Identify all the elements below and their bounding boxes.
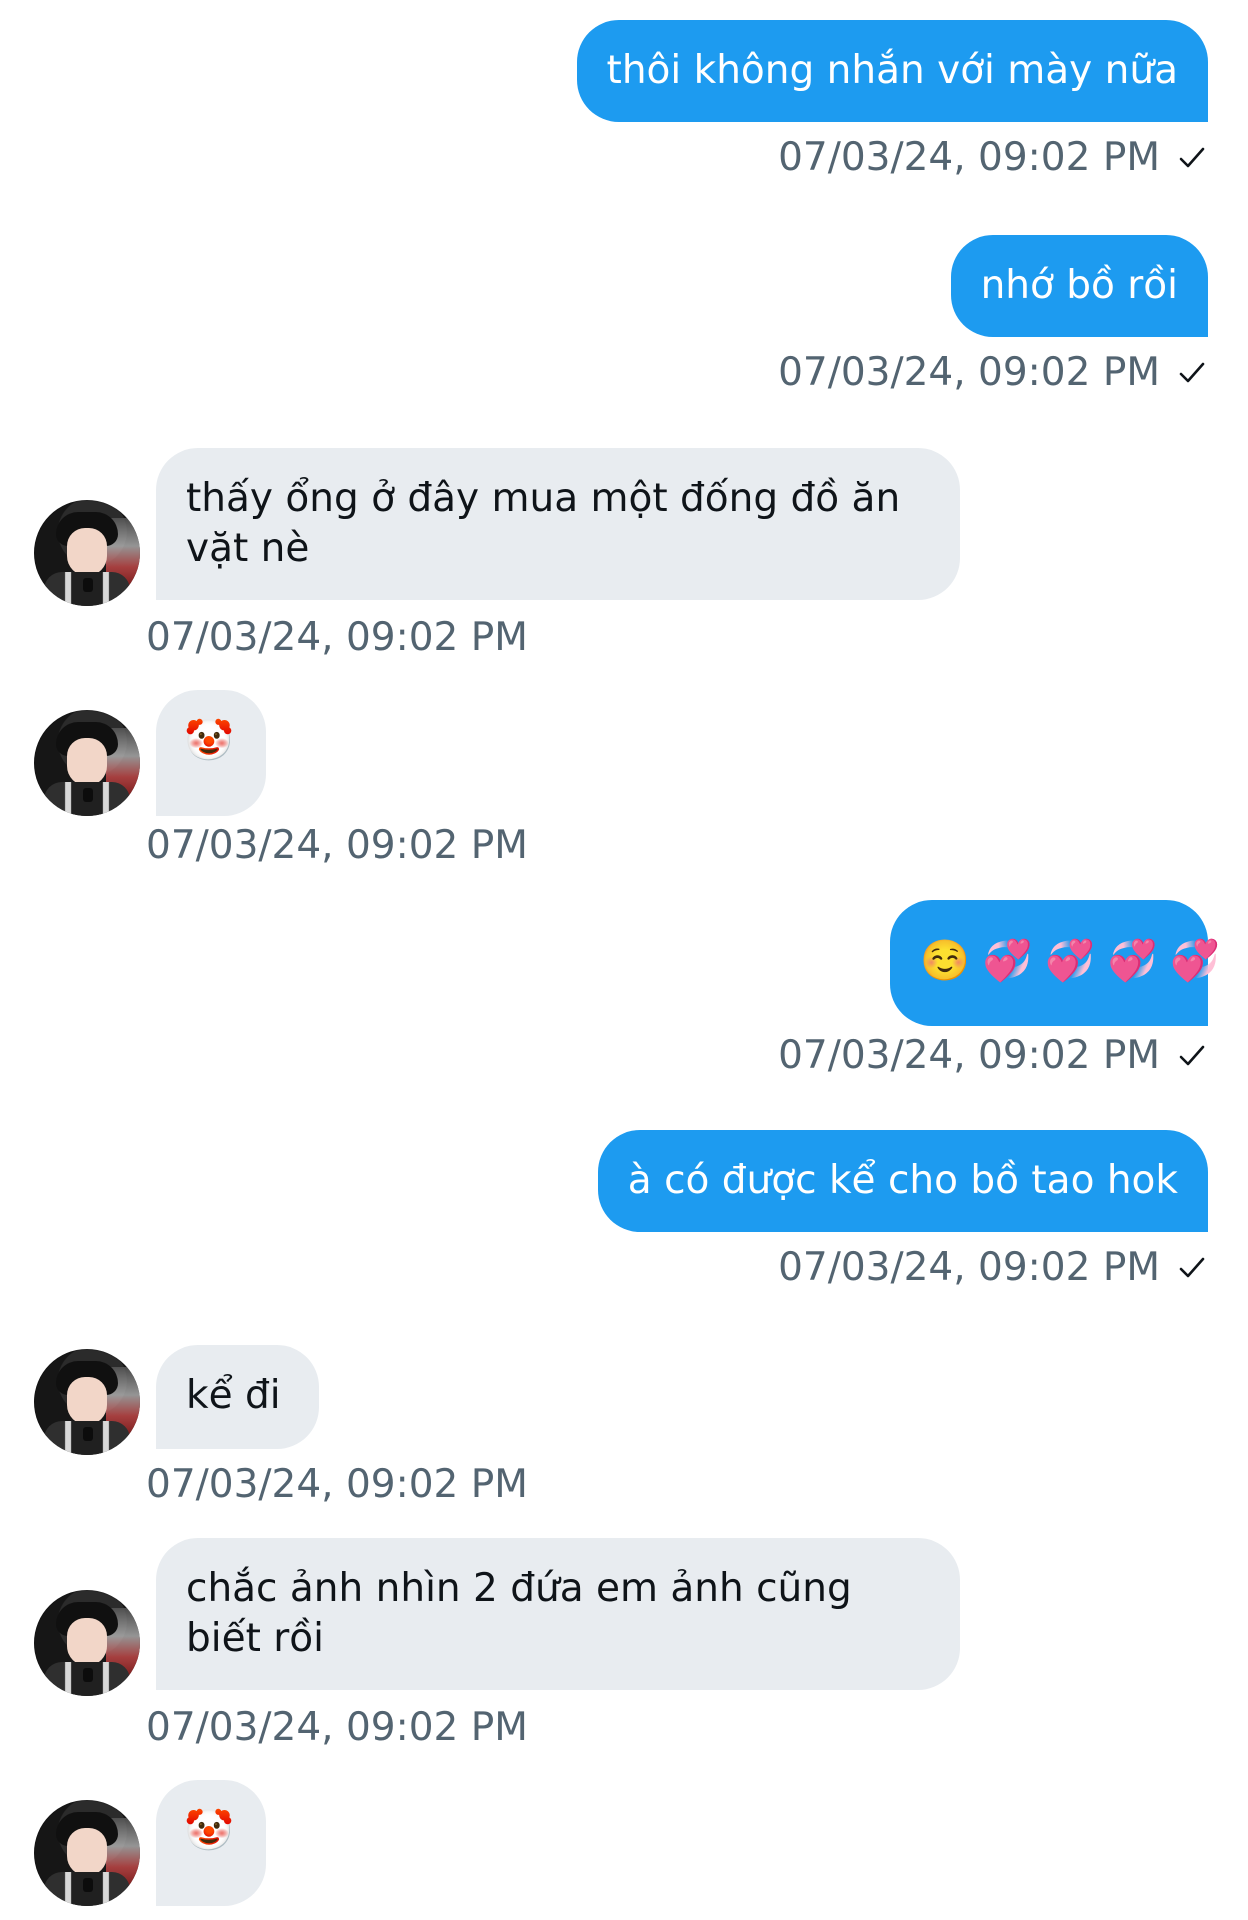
message-row-outgoing: nhớ bồ rồi 07/03/24, 09:02 PM	[0, 235, 1248, 395]
message-bubble[interactable]: à có được kể cho bồ tao hok	[597, 1130, 1208, 1232]
avatar	[34, 1590, 140, 1696]
timestamp: 07/03/24, 09:02 PM	[778, 1245, 1160, 1290]
message-meta: 07/03/24, 09:02 PM	[778, 1246, 1206, 1290]
message-bubble[interactable]: nhớ bồ rồi	[950, 235, 1208, 337]
message-bubble[interactable]: 🤡	[156, 1780, 266, 1906]
message-text: kể đi	[186, 1373, 281, 1418]
timestamp: 07/03/24, 09:02 PM	[146, 1705, 528, 1750]
message-row-outgoing: ☺️ 💞 💞 💞 💞 07/03/24, 09:02 PM	[0, 900, 1248, 1090]
message-meta: 07/03/24, 09:02 PM	[778, 351, 1206, 395]
clown-icon: 🤡	[184, 718, 234, 764]
message-bubble[interactable]: thôi không nhắn với mày nữa	[576, 20, 1208, 122]
message-text: thấy ổng ở đây mua một đống đồ ăn vặt nè	[186, 476, 901, 571]
message-row-incoming: thấy ổng ở đây mua một đống đồ ăn vặt nè…	[0, 448, 1248, 668]
message-meta: 07/03/24, 09:02 PM	[778, 136, 1206, 180]
avatar	[34, 1349, 140, 1455]
timestamp: 07/03/24, 09:02 PM	[778, 1033, 1160, 1078]
check-icon	[1178, 1254, 1206, 1282]
check-icon	[1178, 144, 1206, 172]
message-bubble[interactable]: thấy ổng ở đây mua một đống đồ ăn vặt nè	[156, 448, 960, 600]
timestamp: 07/03/24, 09:02 PM	[146, 1462, 528, 1507]
message-row-incoming: kể đi 07/03/24, 09:02 PM	[0, 1345, 1248, 1515]
message-bubble[interactable]: ☺️ 💞 💞 💞 💞	[890, 900, 1220, 1026]
message-text: à có được kể cho bồ tao hok	[627, 1158, 1178, 1203]
message-bubble[interactable]: 🤡	[156, 690, 266, 816]
timestamp: 07/03/24, 09:02 PM	[778, 135, 1160, 180]
check-icon	[1178, 359, 1206, 387]
emoji-row: ☺️ 💞 💞 💞 💞	[920, 938, 1220, 984]
avatar	[34, 1800, 140, 1906]
check-icon	[1178, 1042, 1206, 1070]
timestamp: 07/03/24, 09:02 PM	[146, 615, 528, 660]
message-row-incoming: 🤡 07/03/24, 09:02 PM	[0, 690, 1248, 880]
message-text: chắc ảnh nhìn 2 đứa em ảnh cũng biết rồi	[186, 1566, 852, 1661]
timestamp: 07/03/24, 09:02 PM	[146, 823, 528, 868]
message-row-incoming: 🤡	[0, 1780, 1248, 1920]
message-row-outgoing: thôi không nhắn với mày nữa 07/03/24, 09…	[0, 20, 1248, 180]
message-bubble[interactable]: chắc ảnh nhìn 2 đứa em ảnh cũng biết rồi	[156, 1538, 960, 1690]
message-text: thôi không nhắn với mày nữa	[606, 48, 1178, 93]
chat-thread: thôi không nhắn với mày nữa 07/03/24, 09…	[0, 0, 1248, 1920]
message-bubble[interactable]: kể đi	[156, 1345, 319, 1449]
message-meta: 07/03/24, 09:02 PM	[778, 1034, 1206, 1078]
avatar	[34, 500, 140, 606]
message-row-outgoing: à có được kể cho bồ tao hok 07/03/24, 09…	[0, 1130, 1248, 1290]
message-text: nhớ bồ rồi	[980, 263, 1178, 308]
timestamp: 07/03/24, 09:02 PM	[778, 350, 1160, 395]
avatar	[34, 710, 140, 816]
message-row-incoming: chắc ảnh nhìn 2 đứa em ảnh cũng biết rồi…	[0, 1538, 1248, 1758]
clown-icon: 🤡	[184, 1808, 234, 1854]
